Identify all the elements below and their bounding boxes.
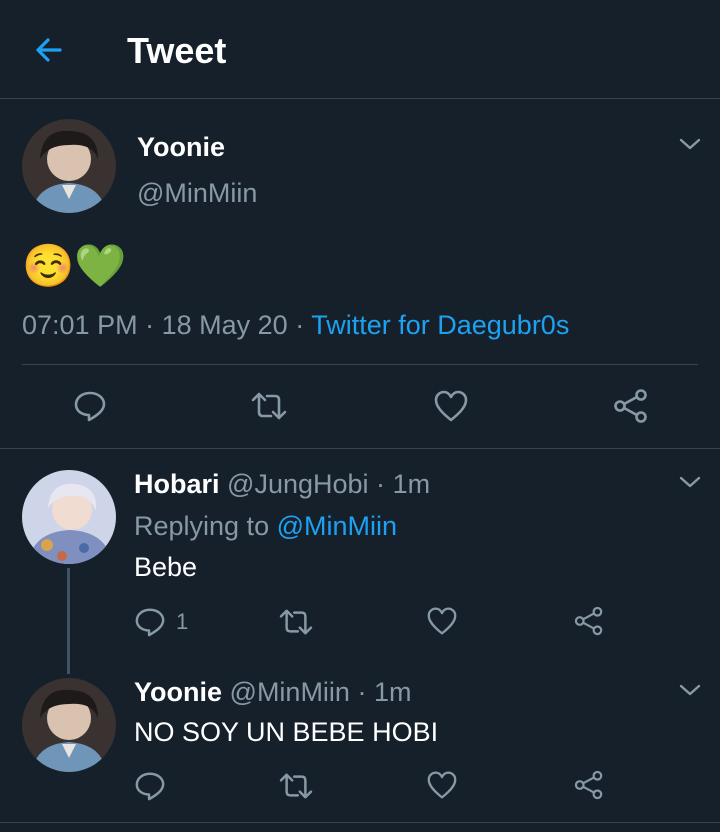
retweet-icon	[279, 609, 313, 635]
author-name[interactable]: Yoonie	[137, 131, 225, 163]
reply-button[interactable]: 1	[134, 606, 188, 638]
reply-text: Bebe	[134, 552, 198, 582]
chevron-down-icon	[679, 476, 701, 488]
bottom-divider	[0, 822, 720, 823]
avatar[interactable]	[22, 119, 116, 213]
mention-link[interactable]: @MinMiin	[277, 511, 397, 541]
like-button[interactable]	[433, 389, 469, 423]
back-arrow-icon	[36, 38, 62, 62]
meta-separator: ·	[357, 677, 367, 707]
share-button[interactable]	[612, 387, 650, 425]
header-divider	[0, 98, 720, 99]
more-options-button[interactable]	[676, 134, 704, 154]
meta-divider	[22, 364, 698, 365]
reply-icon	[135, 772, 165, 801]
meta-separator: ·	[376, 469, 386, 499]
avatar[interactable]	[22, 678, 116, 772]
like-button[interactable]	[426, 606, 458, 636]
reply-icon	[135, 608, 165, 637]
share-icon	[574, 606, 603, 636]
author-handle[interactable]: @JungHobi	[227, 469, 369, 499]
share-button[interactable]	[573, 769, 605, 801]
reply-header: Yoonie @MinMiin · 1m	[134, 676, 412, 708]
more-options-button[interactable]	[676, 680, 704, 700]
author-name[interactable]: Yoonie	[134, 677, 222, 707]
reply-count: 1	[176, 609, 189, 634]
retweet-button[interactable]	[278, 771, 314, 801]
retweet-button[interactable]	[250, 390, 288, 422]
share-icon	[574, 770, 603, 800]
back-button[interactable]	[30, 30, 70, 70]
tweet-client-link[interactable]: Twitter for Daegubr0s	[311, 310, 569, 340]
replying-to: Replying to @MinMiin	[134, 510, 397, 542]
tweet-meta: 07:01 PM · 18 May 20 · Twitter for Daegu…	[22, 308, 569, 342]
chevron-down-icon	[679, 138, 701, 150]
share-button[interactable]	[573, 605, 605, 637]
replying-to-label: Replying to	[134, 511, 270, 541]
heart-icon	[427, 607, 457, 635]
page-title: Tweet	[127, 30, 227, 71]
reply-header: Hobari @JungHobi · 1m	[134, 468, 430, 500]
retweet-icon	[251, 392, 287, 420]
thread-line	[67, 568, 70, 674]
share-icon	[614, 389, 647, 423]
retweet-button[interactable]	[278, 607, 314, 637]
tweet-age: 1m	[373, 677, 412, 707]
more-options-button[interactable]	[676, 472, 704, 492]
reply-button[interactable]	[73, 389, 107, 423]
like-button[interactable]	[426, 770, 458, 800]
author-handle[interactable]: @MinMiin	[137, 177, 257, 209]
tweet-date: 18 May 20	[161, 310, 288, 340]
reply-icon	[74, 391, 106, 422]
tweet-age: 1m	[392, 469, 431, 499]
heart-icon	[427, 771, 457, 799]
tweet-text: ☺️💚	[22, 241, 127, 290]
heart-icon	[434, 390, 468, 422]
tweet-time: 07:01 PM	[22, 310, 138, 340]
chevron-down-icon	[679, 684, 701, 696]
reply-text: NO SOY UN BEBE HOBI	[134, 717, 439, 747]
meta-separator: ·	[145, 310, 155, 340]
avatar[interactable]	[22, 470, 116, 564]
reply-button[interactable]	[134, 770, 166, 802]
meta-separator: ·	[295, 310, 305, 340]
retweet-icon	[279, 773, 313, 799]
author-name[interactable]: Hobari	[134, 469, 220, 499]
section-divider	[0, 448, 720, 449]
author-handle[interactable]: @MinMiin	[230, 677, 350, 707]
